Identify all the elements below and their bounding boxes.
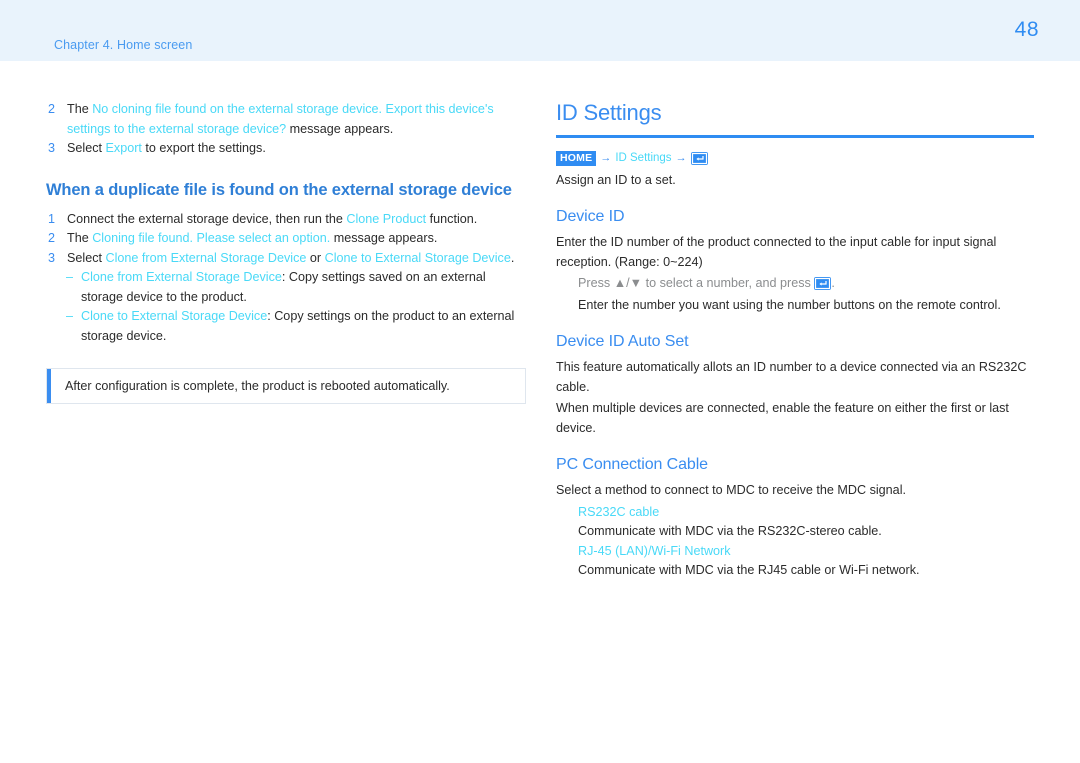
clone-option-item: – Clone from External Storage Device: Cop… — [46, 268, 526, 307]
left-column: 2 The No cloning file found on the extern… — [46, 100, 526, 404]
option-description: Communicate with MDC via the RJ45 cable … — [578, 563, 920, 577]
enter-key-icon — [814, 277, 832, 291]
step-number: 2 — [48, 102, 56, 116]
dash-bullet-icon: – — [66, 270, 74, 284]
numbered-step: 2 The Cloning file found. Please select a… — [46, 229, 526, 249]
step-number: 3 — [48, 250, 56, 265]
section-paragraph: Enter the ID number of the product conne… — [556, 235, 997, 269]
body-text: The — [67, 231, 93, 245]
section-heading-duplicate-file: When a duplicate file is found on the ex… — [46, 180, 512, 199]
section-paragraph: This feature automatically allots an ID … — [556, 360, 1027, 394]
ui-term-text: Clone from External Storage Device — [105, 250, 307, 265]
ui-term-text: Clone from External Storage Device — [81, 270, 282, 284]
ui-term-text: No cloning file found on the external st… — [67, 102, 494, 136]
clone-option-item: – Clone to External Storage Device: Copy … — [46, 307, 526, 346]
clone-options-list: – Clone from External Storage Device: Cop… — [46, 268, 526, 346]
body-text: Select — [67, 141, 106, 155]
section-paragraph: When multiple devices are connected, ena… — [556, 401, 1009, 435]
right-column: ID Settings HOME → ID Settings → Assign … — [556, 100, 1036, 581]
ui-term-text: Clone Product — [346, 211, 427, 226]
ui-term-text: Export — [105, 141, 142, 155]
breadcrumb-arrow-icon-2: → — [675, 152, 687, 164]
numbered-step: 1 Connect the external storage device, th… — [46, 210, 526, 230]
section-paragraph: Select a method to connect to MDC to rec… — [556, 483, 906, 497]
settings-section: PC Connection Cable Select a method to co… — [556, 456, 1036, 581]
step-number: 1 — [48, 211, 56, 226]
numbered-step: 3 Select Clone from External Storage Devi… — [46, 249, 526, 269]
breadcrumb-arrow-icon: → — [600, 152, 612, 164]
settings-section: Device ID Enter the ID number of the prod… — [556, 208, 1036, 315]
dash-bullet-icon: – — [66, 309, 74, 323]
section-paragraph: Enter the number you want using the numb… — [578, 297, 1001, 312]
body-text: Connect the external storage device, the… — [67, 211, 347, 226]
title-underline-rule — [556, 135, 1034, 138]
body-text: The — [67, 102, 93, 116]
hint-paragraph: Press ▲/▼ to select a number, and press … — [578, 276, 835, 291]
note-box: After configuration is complete, the pro… — [46, 368, 526, 404]
steps-list-bottom: 1 Connect the external storage device, th… — [46, 210, 526, 269]
option-label[interactable]: RS232C cable — [556, 503, 1036, 523]
body-text: message appears. — [286, 121, 394, 136]
page-title: ID Settings — [556, 100, 662, 125]
step-number: 2 — [48, 231, 56, 245]
section-heading: Device ID — [556, 208, 625, 225]
section-heading: Device ID Auto Set — [556, 333, 689, 350]
note-text: After configuration is complete, the pro… — [65, 379, 450, 393]
section-heading: PC Connection Cable — [556, 456, 708, 473]
body-text: function. — [426, 211, 478, 226]
enter-key-icon — [690, 151, 708, 165]
body-text: . — [510, 250, 515, 265]
option-description: Communicate with MDC via the RS232C-ster… — [578, 524, 882, 538]
ui-term-text: Clone to External Storage Device — [81, 309, 268, 323]
steps-list-top: 2 The No cloning file found on the extern… — [46, 100, 526, 159]
breadcrumb-id-settings-link[interactable]: ID Settings — [615, 150, 671, 166]
step-number: 3 — [48, 141, 56, 155]
settings-section: Device ID Auto Set This feature automatic… — [556, 333, 1036, 438]
option-label[interactable]: RJ-45 (LAN)/Wi-Fi Network — [556, 542, 1036, 562]
body-text: message appears. — [330, 231, 438, 245]
breadcrumb: HOME → ID Settings → — [556, 150, 1036, 166]
intro-text: Assign an ID to a set. — [556, 173, 676, 187]
breadcrumb-home-badge[interactable]: HOME — [556, 150, 597, 166]
chapter-label: Chapter 4. Home screen — [54, 38, 193, 52]
body-text: or — [306, 250, 325, 265]
numbered-step: 2 The No cloning file found on the extern… — [46, 100, 526, 139]
body-text: Select — [67, 250, 106, 265]
ui-term-text: Clone to External Storage Device — [324, 250, 511, 265]
ui-term-text: Cloning file found. Please select an opt… — [92, 231, 331, 245]
body-text: to export the settings. — [141, 141, 266, 155]
numbered-step: 3 Select Export to export the settings. — [46, 139, 526, 159]
page-number: 48 — [1014, 18, 1039, 41]
right-sections-container: Device ID Enter the ID number of the prod… — [556, 208, 1036, 581]
